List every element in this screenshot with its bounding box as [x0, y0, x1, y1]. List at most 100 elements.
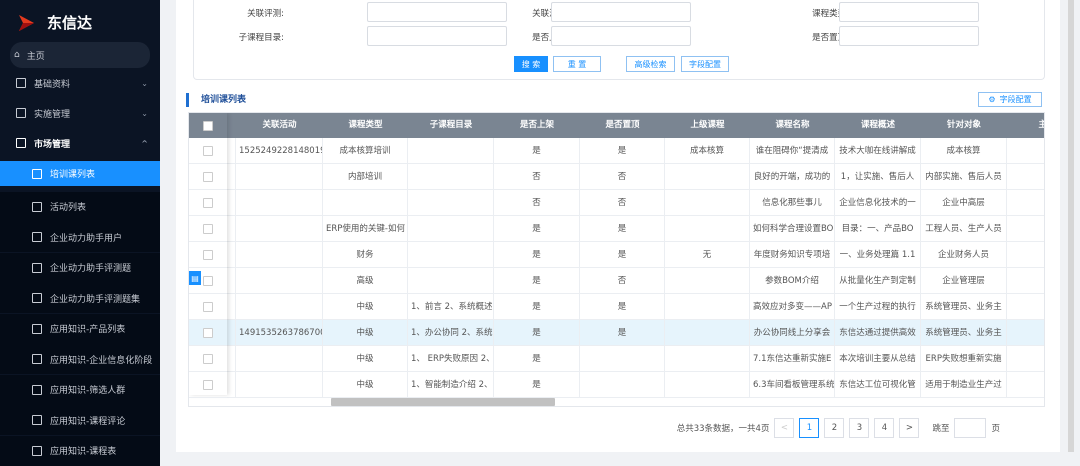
- select-all-checkbox[interactable]: [189, 113, 227, 138]
- document-icon: [32, 445, 42, 456]
- page-scrollbar[interactable]: [1068, 0, 1074, 452]
- sidebar-item-label: 培训课列表: [50, 170, 96, 180]
- table-cell: 罗: [1007, 164, 1044, 190]
- chevron-down-icon: ⌄: [141, 108, 148, 118]
- row-checkbox[interactable]: [189, 320, 227, 346]
- sidebar-group-label: 市场管理: [34, 139, 71, 150]
- sidebar-item[interactable]: 活动列表: [0, 191, 160, 222]
- table-body: 1525249228148019 成本核算培训是是成本核算 谁在阻碍你“提清成 技术大…: [189, 138, 1044, 398]
- table-cell: 否: [494, 164, 580, 190]
- search-field-input[interactable]: [367, 2, 507, 22]
- sidebar-item[interactable]: 应用知识-企业信息化阶段: [0, 344, 160, 374]
- sidebar-item-home[interactable]: ⌂ 主页: [10, 42, 150, 68]
- table-cell: 否: [580, 164, 665, 190]
- table-cell: 1、智能制造介绍 2、: [408, 372, 494, 398]
- search-field-label: 课程类型:: [812, 9, 849, 19]
- column-header[interactable]: 是否上架: [494, 113, 580, 138]
- document-icon: [32, 262, 42, 273]
- column-toggle-icon[interactable]: ▤: [189, 271, 201, 285]
- table-cell: 是: [580, 294, 665, 320]
- table-cell: ERP使用的关键-如何: [323, 216, 408, 242]
- pagination: 总共33条数据，一共4页 < 1234 > 跳至 页: [677, 418, 1000, 438]
- row-checkbox[interactable]: [189, 164, 227, 190]
- prev-page-button[interactable]: <: [774, 418, 795, 438]
- page-button[interactable]: 1: [799, 418, 820, 438]
- sidebar-item[interactable]: 企业动力助手用户: [0, 222, 160, 252]
- table-row[interactable]: 中级 1、前言 2、系统概述是是高效应对多变——AP 一个生产过程的执行 系统管理员、…: [189, 294, 1044, 320]
- table-cell: 1、 ERP失败原因 2、: [408, 346, 494, 372]
- table-cell: [580, 372, 665, 398]
- row-checkbox[interactable]: [189, 294, 227, 320]
- search-field-input[interactable]: [839, 2, 979, 22]
- sidebar-item[interactable]: 应用知识-课程评论: [0, 405, 160, 435]
- logo: 东信达: [17, 12, 92, 33]
- field-config-button[interactable]: ⚙ 字段配置: [978, 92, 1042, 107]
- table-cell: 内部实施、售后人员: [921, 164, 1007, 190]
- row-checkbox[interactable]: [189, 216, 227, 242]
- sidebar-item[interactable]: 企业动力助手评测题: [0, 252, 160, 283]
- page-button[interactable]: 3: [849, 418, 870, 438]
- horizontal-scrollbar[interactable]: [331, 398, 555, 406]
- next-page-button[interactable]: >: [899, 418, 920, 438]
- table-row[interactable]: 1525249228148019 成本核算培训是是成本核算 谁在阻碍你“提清成 技术大…: [189, 138, 1044, 164]
- search-field-input[interactable]: [551, 2, 691, 22]
- row-checkbox[interactable]: [189, 242, 227, 268]
- document-icon: [32, 415, 42, 425]
- reset-button[interactable]: 重 置: [553, 56, 601, 72]
- sidebar-item-label: 企业动力助手评测题集: [50, 294, 141, 305]
- fields-button[interactable]: 字段配置: [681, 56, 729, 72]
- column-header[interactable]: 是否置顶: [580, 113, 665, 138]
- table-cell: 否: [494, 190, 580, 216]
- table-row[interactable]: 内部培训 否否 良好的开端，成功的1，让实施、售后人内部实施、售后人员罗: [189, 164, 1044, 190]
- column-header[interactable]: 主讲: [1007, 113, 1044, 138]
- table-row[interactable]: 中级 1、智能制造介绍 2、是 6.3车间看板管理系统 东信达工位可视化管 适用于制造业…: [189, 372, 1044, 398]
- table-row[interactable]: 中级 1、 ERP失败原因 2、是 7.1东信达重新实施E 本次培训主要从总结 ERP失…: [189, 346, 1044, 372]
- table-cell: 冯敏婷-: [1007, 242, 1044, 268]
- search-field-input[interactable]: [367, 26, 507, 46]
- search-button[interactable]: 搜 索: [514, 56, 548, 72]
- table-cell: 目录：一、产品BO: [835, 216, 921, 242]
- jump-page-input[interactable]: [954, 418, 987, 438]
- column-header[interactable]: 课程类型: [323, 113, 408, 138]
- page-button[interactable]: 2: [824, 418, 845, 438]
- app-name: 东信达: [47, 14, 93, 32]
- row-checkbox[interactable]: [189, 138, 227, 164]
- table-cell: 7.1东信达重新实施E: [750, 346, 835, 372]
- column-header[interactable]: 子课程目录: [408, 113, 494, 138]
- table-row[interactable]: ERP使用的关键-如何 是是 如何科学合理设置BO 目录：一、产品BO 工程人员、生产人…: [189, 216, 1044, 242]
- row-checkbox[interactable]: [189, 346, 227, 372]
- sidebar-item[interactable]: 企业动力助手评测题集: [0, 283, 160, 313]
- search-field-label: 关联评测:: [247, 9, 284, 19]
- table-row[interactable]: 否否 信息化那些事儿企业信息化技术的一企业中高层康维星-信: [189, 190, 1044, 216]
- search-field-input[interactable]: [839, 26, 979, 46]
- search-field-input[interactable]: [551, 26, 691, 46]
- column-header[interactable]: 关联活动: [236, 113, 323, 138]
- sidebar-item[interactable]: 培训课列表: [0, 161, 160, 186]
- column-header[interactable]: 针对对象: [921, 113, 1007, 138]
- row-checkbox[interactable]: [189, 372, 227, 398]
- table-cell: 年度财务知识专项培: [750, 242, 835, 268]
- column-header[interactable]: 上级课程: [665, 113, 750, 138]
- column-header[interactable]: 课程概述: [835, 113, 921, 138]
- sidebar-group-implementation[interactable]: 实施管理 ⌄: [0, 100, 160, 126]
- advanced-button[interactable]: 高级检索: [626, 56, 675, 72]
- table-row[interactable]: 14915352637867004 中级 1、办公协同 2、系统是是办公协同线上分享…: [189, 320, 1044, 346]
- sidebar-group-basic[interactable]: 基础资料 ⌄: [0, 70, 160, 96]
- sidebar-item[interactable]: 应用知识-筛选人群: [0, 374, 160, 405]
- table-cell: 一个生产过程的执行: [835, 294, 921, 320]
- column-header[interactable]: 课程名称: [750, 113, 835, 138]
- pagination-summary: 总共33条数据，一共4页: [676, 424, 770, 434]
- table-cell: 林: [1007, 294, 1044, 320]
- page-button[interactable]: 4: [874, 418, 895, 438]
- section-title: 培训课列表: [186, 93, 246, 107]
- table-row[interactable]: 高级 是否 参数BOM介绍从批量化生产到定制企业管理层招: [189, 268, 1044, 294]
- table-cell: 内部培训: [323, 164, 408, 190]
- table-row[interactable]: 财务是是无年度财务知识专项培一、业务处理篇 1.1企业财务人员冯敏婷-: [189, 242, 1044, 268]
- sidebar-group-market[interactable]: 市场管理 ^: [0, 130, 160, 156]
- row-checkbox[interactable]: [189, 190, 227, 216]
- table-cell: 东信达工位可视化管: [835, 372, 921, 398]
- table-cell: 企业信息化技术的一: [835, 190, 921, 216]
- sidebar-item[interactable]: 应用知识-产品列表: [0, 313, 160, 344]
- table-cell: [665, 216, 750, 242]
- sidebar-item[interactable]: 应用知识-课程表: [0, 435, 160, 466]
